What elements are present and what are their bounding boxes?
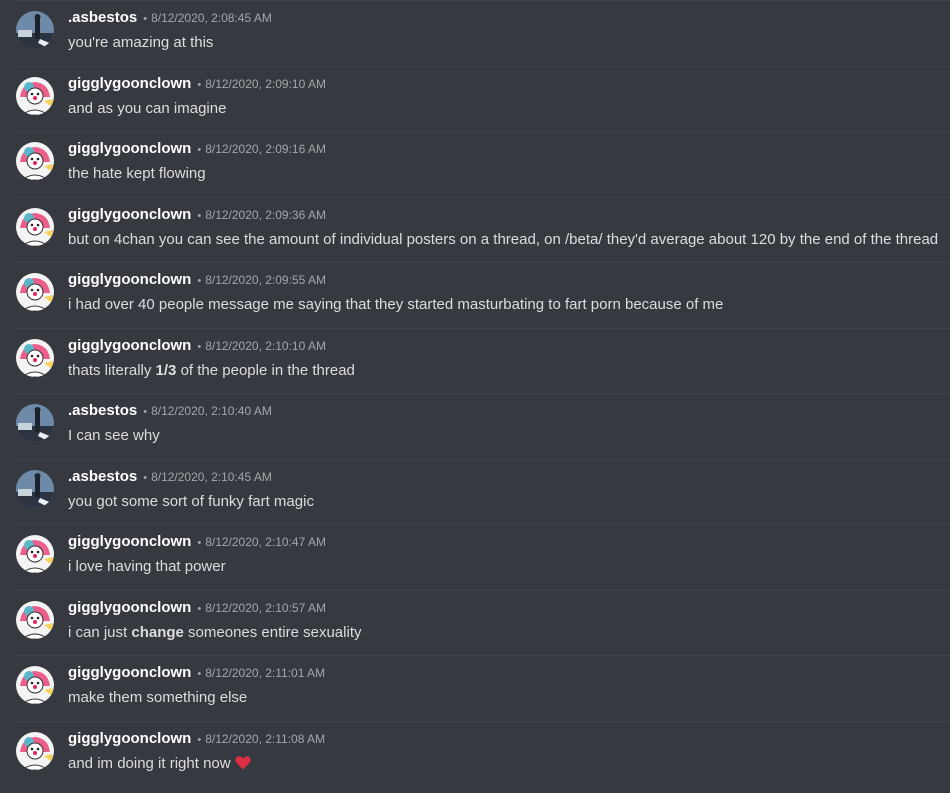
username[interactable]: .asbestos: [68, 9, 137, 26]
message: .asbestos • 8/12/2020, 2:08:45 AM you're a…: [16, 0, 950, 66]
message-content: the hate kept flowing: [68, 165, 206, 182]
timestamp: 8/12/2020, 2:08:45 AM: [151, 11, 272, 25]
message-text: and im doing it right now: [68, 754, 231, 772]
message-text: of the people in the thread: [176, 361, 355, 379]
message-content: make them something else: [68, 689, 248, 706]
separator-dot: •: [197, 537, 202, 549]
message-content: and as you can imagine: [68, 99, 227, 117]
separator-dot: •: [143, 406, 148, 418]
timestamp: 8/12/2020, 2:11:01 AM: [205, 666, 326, 680]
username[interactable]: .asbestos: [68, 402, 137, 419]
username[interactable]: gigglygoonclown: [68, 140, 191, 157]
message-content: i can just change someones entire sexual…: [68, 623, 361, 643]
timestamp: 8/12/2020, 2:10:47 AM: [205, 535, 326, 549]
timestamp: 8/12/2020, 2:09:36 AM: [205, 207, 326, 222]
timestamp: 8/12/2020, 2:10:40 AM: [151, 404, 272, 418]
username[interactable]: gigglygoonclown: [68, 599, 191, 616]
message: gigglygoonclown • 8/12/2020, 2:09:10 AM an…: [16, 65, 950, 132]
message: gigglygoonclown • 8/12/2020, 2:11:08 AM an…: [16, 720, 950, 787]
clown-avatar[interactable]: [16, 666, 54, 704]
message-content: but on 4chan you can see the amount of i…: [68, 230, 939, 248]
message-content: thats literally 1/3 of the people in the…: [68, 361, 355, 381]
separator-dot: •: [197, 733, 202, 746]
separator-dot: •: [143, 13, 148, 25]
username[interactable]: .asbestos: [68, 468, 137, 485]
message-text: thats literally: [68, 361, 156, 379]
message-content: i love having that power: [68, 558, 226, 575]
message: gigglygoonclown • 8/12/2020, 2:09:16 AM th…: [16, 131, 950, 197]
clown-avatar[interactable]: [16, 338, 54, 377]
clown-avatar[interactable]: [16, 731, 54, 770]
message: gigglygoonclown • 8/12/2020, 2:10:47 AM i …: [16, 524, 950, 590]
message: .asbestos • 8/12/2020, 2:10:40 AM I can se…: [16, 393, 950, 459]
asbestos-avatar[interactable]: [16, 404, 54, 442]
message: gigglygoonclown • 8/12/2020, 2:09:55 AM i …: [16, 262, 950, 328]
bold-text: change: [131, 623, 184, 641]
asbestos-avatar[interactable]: [16, 469, 54, 508]
message: gigglygoonclown • 8/12/2020, 2:09:36 AM bu…: [16, 196, 950, 263]
bold-text: 1/3: [155, 361, 177, 379]
separator-dot: •: [197, 78, 202, 91]
message-content: and im doing it right now: [68, 754, 251, 776]
separator-dot: •: [197, 668, 202, 680]
message-content: i had over 40 people message me saying t…: [68, 296, 724, 313]
message: .asbestos • 8/12/2020, 2:10:45 AM you got …: [16, 458, 950, 525]
timestamp: 8/12/2020, 2:09:55 AM: [205, 273, 326, 287]
chat-log: .asbestos • 8/12/2020, 2:08:45 AM you're a…: [0, 0, 950, 793]
username[interactable]: gigglygoonclown: [68, 533, 191, 550]
timestamp: 8/12/2020, 2:09:10 AM: [205, 76, 326, 91]
timestamp: 8/12/2020, 2:10:45 AM: [151, 469, 272, 484]
timestamp: 8/12/2020, 2:10:10 AM: [205, 338, 326, 353]
separator-dot: •: [197, 209, 202, 222]
clown-avatar[interactable]: [16, 600, 54, 639]
message-content: I can see why: [68, 427, 160, 444]
separator-dot: •: [197, 275, 202, 287]
separator-dot: •: [143, 471, 148, 484]
message: gigglygoonclown • 8/12/2020, 2:10:57 AM i …: [16, 589, 950, 656]
asbestos-avatar[interactable]: [16, 11, 54, 49]
separator-dot: •: [197, 602, 202, 615]
message-content: you got some sort of funky fart magic: [68, 492, 314, 510]
username[interactable]: gigglygoonclown: [68, 206, 191, 223]
clown-avatar[interactable]: [16, 207, 54, 246]
message: gigglygoonclown • 8/12/2020, 2:10:10 AM th…: [16, 327, 950, 394]
clown-avatar[interactable]: [16, 535, 54, 573]
heart-icon: [235, 755, 251, 776]
timestamp: 8/12/2020, 2:10:57 AM: [205, 600, 326, 615]
timestamp: 8/12/2020, 2:09:16 AM: [205, 142, 326, 156]
message: gigglygoonclown • 8/12/2020, 2:11:01 AM ma…: [16, 655, 950, 721]
username[interactable]: gigglygoonclown: [68, 75, 191, 92]
username[interactable]: gigglygoonclown: [68, 730, 191, 747]
clown-avatar[interactable]: [16, 142, 54, 180]
clown-avatar[interactable]: [16, 76, 54, 115]
message-text: i can just: [68, 623, 132, 641]
separator-dot: •: [197, 144, 202, 156]
username[interactable]: gigglygoonclown: [68, 664, 191, 681]
clown-avatar[interactable]: [16, 273, 54, 311]
timestamp: 8/12/2020, 2:11:08 AM: [205, 731, 326, 746]
username[interactable]: gigglygoonclown: [68, 271, 191, 288]
message-content: you're amazing at this: [68, 34, 214, 51]
separator-dot: •: [197, 340, 202, 353]
username[interactable]: gigglygoonclown: [68, 337, 191, 354]
message-text: someones entire sexuality: [183, 623, 362, 641]
